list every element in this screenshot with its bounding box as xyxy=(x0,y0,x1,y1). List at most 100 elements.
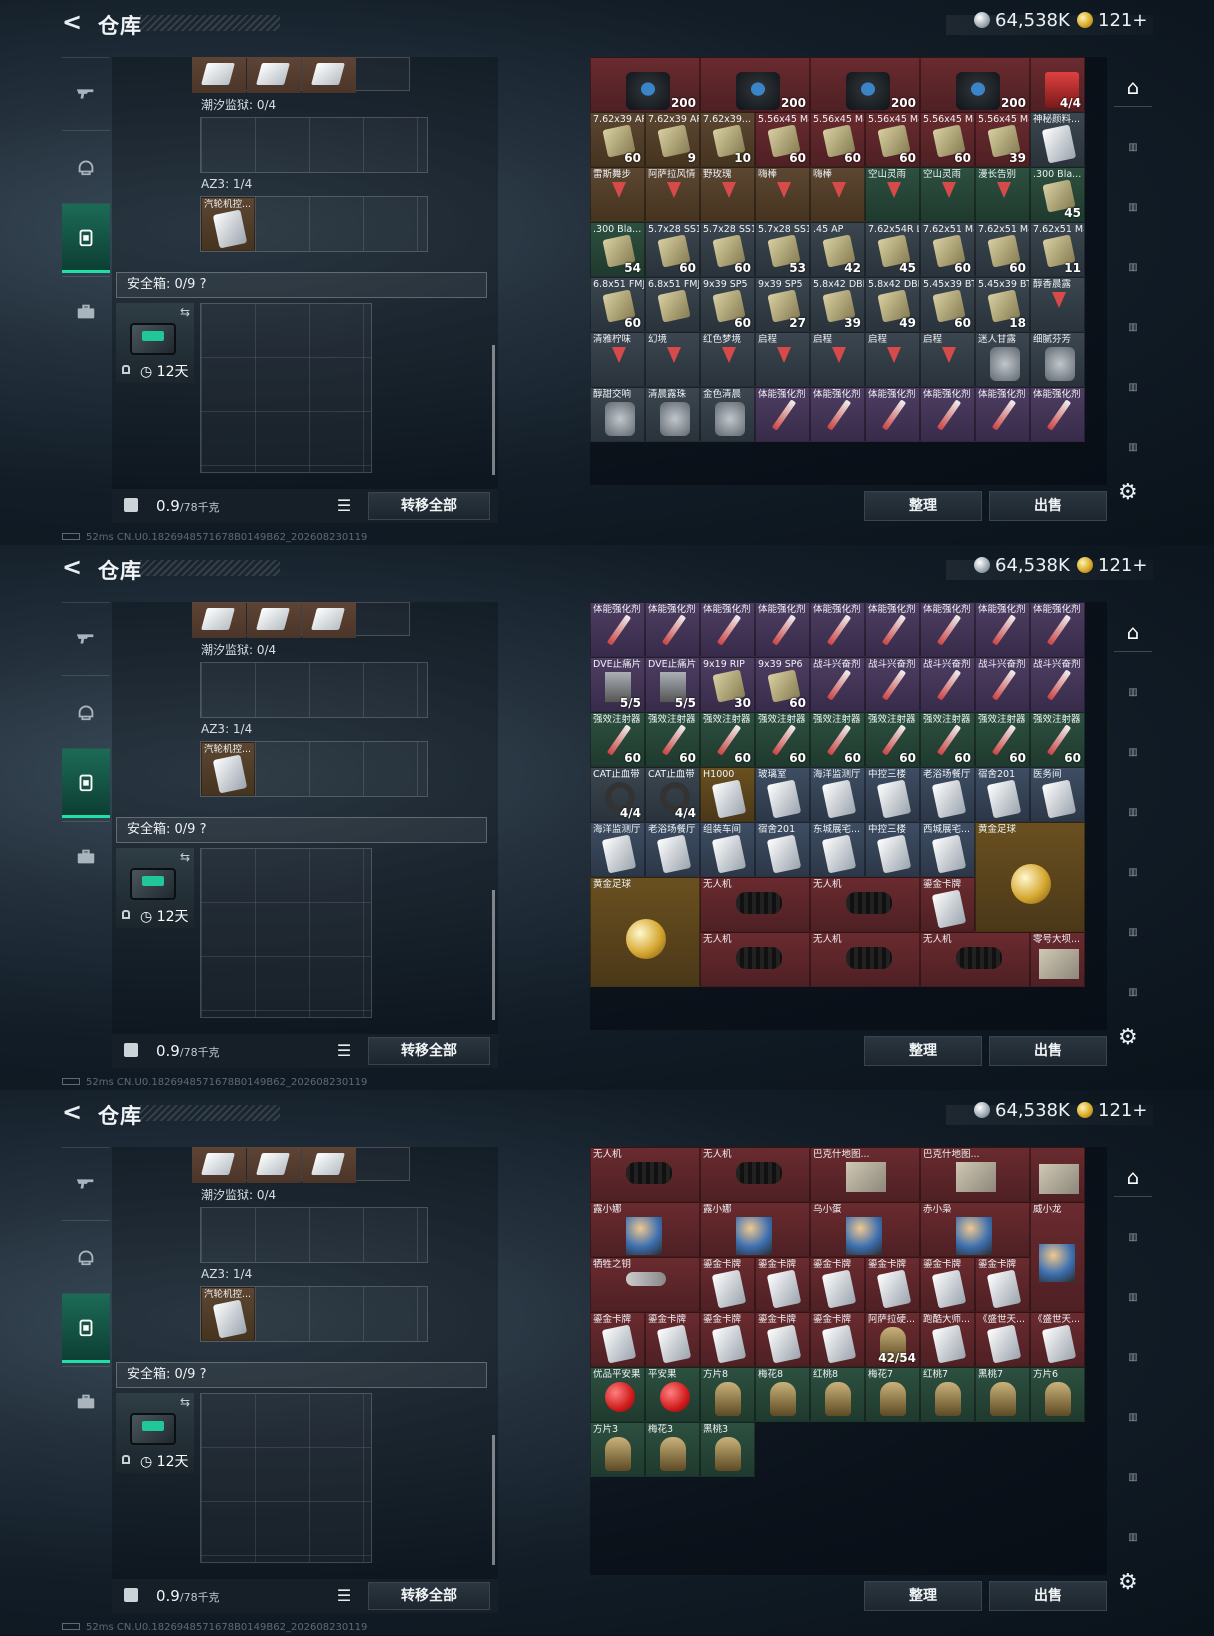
warehouse-page-4-icon[interactable]: ▥ xyxy=(1114,247,1152,287)
armor-plate-item[interactable] xyxy=(192,57,246,93)
inventory-grid-3[interactable]: 无人机 无人机 巴克什地图... 巴克什地图... 露小娜 露小娜 乌小蛋 赤小枭 威小龙 牺牲之… xyxy=(590,1147,1107,1575)
inventory-item[interactable]: DVE止痛片 5/5 xyxy=(645,657,700,712)
warehouse-page-5-icon[interactable]: ▥ xyxy=(1114,852,1152,892)
inventory-item[interactable]: .45 AP 42 xyxy=(810,222,865,277)
tab-backpack[interactable] xyxy=(62,748,110,818)
inventory-item[interactable]: 启程 xyxy=(920,332,975,387)
inventory-item[interactable]: 优品平安果 xyxy=(590,1367,645,1422)
inventory-item[interactable]: 鎏金卡牌 xyxy=(975,1257,1030,1312)
inventory-item[interactable]: 红桃8 xyxy=(810,1367,865,1422)
inventory-item[interactable]: 醇甜交响 xyxy=(590,387,645,442)
inventory-item[interactable]: 玻璃室 xyxy=(755,767,810,822)
inventory-item[interactable]: 200 xyxy=(590,57,700,112)
warehouse-page-7-icon[interactable]: ▥ xyxy=(1114,1517,1152,1557)
inventory-item[interactable]: 5.56x45 M855 60 xyxy=(755,112,810,167)
inventory-item[interactable]: 赤小枭 xyxy=(920,1202,1030,1257)
inventory-item[interactable]: 战斗兴奋剂 xyxy=(865,657,920,712)
inventory-item[interactable]: 6.8x51 FMJ 60 xyxy=(590,277,645,332)
sort-button[interactable]: 整理 xyxy=(864,1581,982,1611)
inventory-item[interactable]: 200 xyxy=(700,57,810,112)
inventory-item[interactable]: 体能强化剂 xyxy=(590,602,645,657)
inventory-item[interactable]: 空山灵雨 xyxy=(865,167,920,222)
inventory-item[interactable]: 红色梦境 xyxy=(700,332,755,387)
inventory-item[interactable]: 鎏金卡牌 xyxy=(700,1257,755,1312)
inventory-item[interactable]: 宿舍201 xyxy=(975,767,1030,822)
inventory-grid-2[interactable]: 体能强化剂 体能强化剂 体能强化剂 体能强化剂 体能强化剂 体能强化剂 体能强化剂 体能强化剂… xyxy=(590,602,1107,1030)
inventory-item[interactable]: 无人机 xyxy=(810,877,920,932)
inventory-item[interactable]: 体能强化剂 xyxy=(920,602,975,657)
inventory-item[interactable]: CAT止血带 4/4 xyxy=(590,767,645,822)
left-scrollbar[interactable] xyxy=(492,345,495,475)
sell-button[interactable]: 出售 xyxy=(989,491,1107,521)
inventory-item[interactable]: 鎏金卡牌 xyxy=(590,1312,645,1367)
inventory-item[interactable]: 体能强化剂 xyxy=(975,602,1030,657)
inventory-item[interactable]: 海洋监测厅 xyxy=(810,767,865,822)
inventory-item[interactable]: 黄金足球 xyxy=(975,822,1085,932)
inventory-item[interactable]: 神秘颜料... xyxy=(1030,112,1085,167)
inventory-item[interactable]: 体能强化剂 xyxy=(755,602,810,657)
inventory-item[interactable]: 7.62x51 M80 60 xyxy=(975,222,1030,277)
tab-armor[interactable] xyxy=(62,130,110,200)
safe-box-slot[interactable]: ⇆ ◷ 12天 xyxy=(116,1393,194,1473)
inventory-item[interactable]: 鎏金卡牌 xyxy=(810,1257,865,1312)
turbine-key-card-item[interactable]: 汽轮机控... xyxy=(201,197,255,251)
armor-plate-item[interactable] xyxy=(302,57,356,93)
swap-arrows-icon[interactable]: ⇆ xyxy=(180,850,190,864)
inventory-item[interactable]: 9x19 RIP 30 xyxy=(700,657,755,712)
safe-box-slot[interactable]: ⇆ ◷ 12天 xyxy=(116,848,194,928)
inventory-item[interactable]: 巴克什地图... xyxy=(920,1147,1030,1202)
inventory-item[interactable]: 无人机 xyxy=(590,1147,700,1202)
inventory-item[interactable]: 空山灵雨 xyxy=(920,167,975,222)
inventory-item[interactable]: 露小娜 xyxy=(590,1202,700,1257)
warehouse-page-6-icon[interactable]: ▥ xyxy=(1114,912,1152,952)
inventory-item[interactable]: 9x39 SP6 60 xyxy=(755,657,810,712)
inventory-item[interactable]: 5.7x28 SS190 53 xyxy=(755,222,810,277)
inventory-item[interactable]: DVE止痛片 5/5 xyxy=(590,657,645,712)
warehouse-page-2-icon[interactable]: ▥ xyxy=(1114,1217,1152,1257)
inventory-item[interactable]: .300 Bla... BCP FMJ 54 xyxy=(590,222,645,277)
inventory-item[interactable]: 强效注射器 60 xyxy=(700,712,755,767)
sell-button[interactable]: 出售 xyxy=(989,1581,1107,1611)
inventory-item[interactable]: 7.62x51 M80 11 xyxy=(1030,222,1085,277)
back-arrow-icon[interactable]: < xyxy=(62,1100,82,1124)
inventory-item[interactable]: 启程 xyxy=(865,332,920,387)
inventory-item[interactable]: 跑酷大师... xyxy=(920,1312,975,1367)
inventory-item[interactable]: 5.56x45 M855 60 xyxy=(920,112,975,167)
inventory-item[interactable]: 黑桃7 xyxy=(975,1367,1030,1422)
inventory-item[interactable]: 无人机 xyxy=(700,1147,810,1202)
warehouse-page-7-icon[interactable]: ▥ xyxy=(1114,427,1152,467)
inventory-item[interactable]: 无人机 xyxy=(920,932,1030,987)
safe-box-grid[interactable] xyxy=(200,303,372,473)
tidal-prison-grid[interactable] xyxy=(200,1207,428,1263)
inventory-item[interactable]: 巴克什地图... xyxy=(810,1147,920,1202)
inventory-item[interactable]: 老浴场餐厅 xyxy=(645,822,700,877)
inventory-item[interactable]: 体能强化剂 xyxy=(755,387,810,442)
inventory-item[interactable]: 强效注射器 60 xyxy=(645,712,700,767)
inventory-item[interactable]: 鎏金卡牌 xyxy=(920,877,975,932)
inventory-item[interactable]: 启程 xyxy=(755,332,810,387)
inventory-item[interactable]: 强效注射器 60 xyxy=(1030,712,1085,767)
armor-plate-item[interactable] xyxy=(302,1147,356,1183)
inventory-item[interactable]: 露小娜 xyxy=(700,1202,810,1257)
list-view-icon[interactable]: ☰ xyxy=(333,1586,355,1606)
inventory-item[interactable]: 漫长告别 xyxy=(975,167,1030,222)
tab-weapons[interactable] xyxy=(62,1147,110,1217)
inventory-item[interactable]: 强效注射器 60 xyxy=(810,712,865,767)
inventory-item[interactable]: 启程 xyxy=(810,332,865,387)
inventory-item[interactable]: 阿萨拉硬... 42/54 xyxy=(865,1312,920,1367)
inventory-item[interactable]: 组装车间 xyxy=(700,822,755,877)
inventory-item[interactable]: 体能强化剂 xyxy=(810,602,865,657)
inventory-item[interactable] xyxy=(1030,1147,1085,1202)
transfer-all-button[interactable]: 转移全部 xyxy=(368,1582,490,1610)
inventory-item[interactable]: 醇香晨露 xyxy=(1030,277,1085,332)
gear-icon[interactable]: ⚙ xyxy=(1118,480,1138,505)
warehouse-home-icon[interactable]: ⌂ xyxy=(1114,612,1152,652)
warehouse-page-3-icon[interactable]: ▥ xyxy=(1114,732,1152,772)
inventory-item[interactable]: 强效注射器 60 xyxy=(865,712,920,767)
tab-briefcase[interactable] xyxy=(62,1366,110,1436)
back-arrow-icon[interactable]: < xyxy=(62,555,82,579)
lock-icon[interactable] xyxy=(124,1043,138,1057)
sort-button[interactable]: 整理 xyxy=(864,1036,982,1066)
tidal-prison-grid[interactable] xyxy=(200,117,428,173)
armor-plate-item[interactable] xyxy=(247,1147,301,1183)
